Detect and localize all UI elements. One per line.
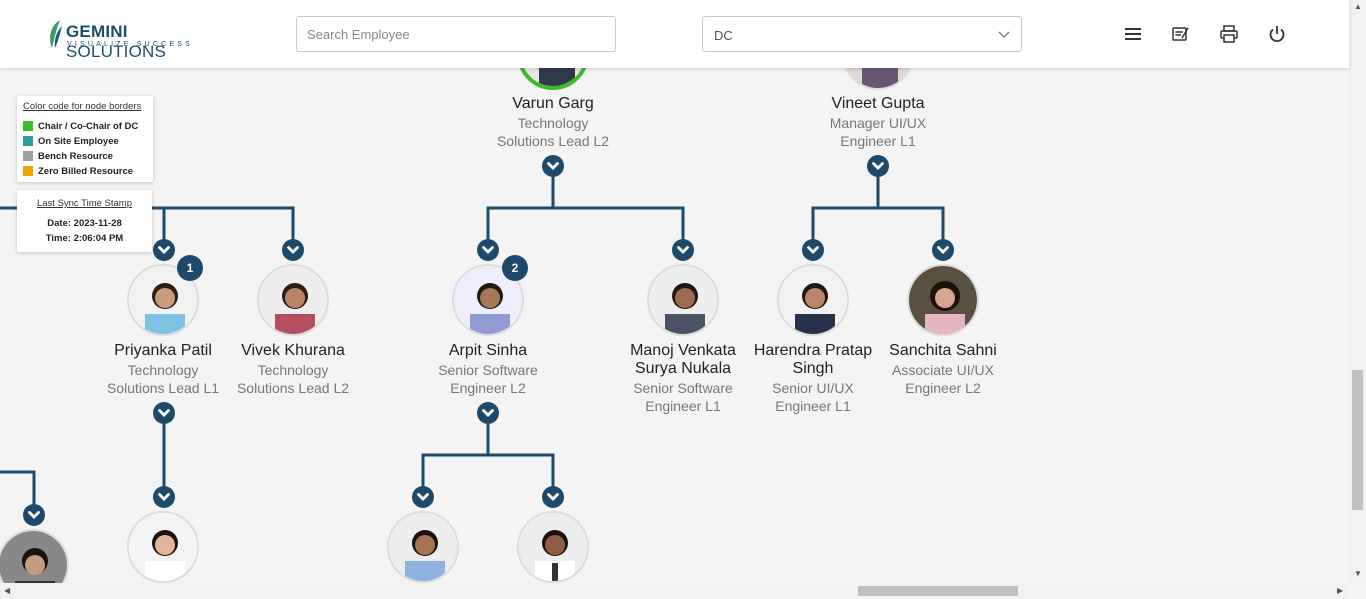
node-role-varun-garg: Technology xyxy=(517,115,589,131)
badge-priyanka-patil: 1 xyxy=(177,255,203,281)
node-name-manoj-venkata: Manoj Venkata xyxy=(630,342,736,359)
scroll-up-arrow-icon[interactable]: ▲ xyxy=(1354,2,1362,11)
legend-swatch-onsite xyxy=(23,136,33,146)
node-role-arpit-sinha: Senior Software xyxy=(438,362,538,378)
legend-label-onsite: On Site Employee xyxy=(38,135,119,147)
avatar-manoj-venkata[interactable] xyxy=(647,264,719,336)
vertical-scrollbar[interactable]: ▲ ▼ xyxy=(1349,0,1366,583)
printer-icon[interactable] xyxy=(1219,24,1239,44)
horizontal-scrollbar[interactable]: ◀ ▶ xyxy=(0,583,1349,599)
expand-toggle-arpit-top[interactable] xyxy=(477,239,499,261)
chevron-down-icon xyxy=(998,31,1010,38)
search-employee-input[interactable] xyxy=(296,16,616,52)
node-role-manoj-venkata: Senior Software xyxy=(633,380,733,396)
legend-item-chair: Chair / Co-Chair of DC xyxy=(23,120,138,132)
node-role-vineet-gupta-2: Engineer L1 xyxy=(840,133,916,149)
legend-swatch-chair xyxy=(23,121,33,131)
expand-toggle-varun-garg[interactable] xyxy=(542,155,564,177)
gemini-solutions-logo[interactable]: GEMINI SOLUTIONS VISUALIZE SUCCESS xyxy=(46,18,216,61)
avatar-employee-under-arpit-2[interactable] xyxy=(517,511,589,583)
expand-toggle-harendra-top[interactable] xyxy=(802,239,824,261)
expand-toggle-sanchita-top[interactable] xyxy=(932,239,954,261)
legend-label-chair: Chair / Co-Chair of DC xyxy=(38,120,139,132)
avatar-harendra-pratap-singh[interactable] xyxy=(777,264,849,336)
avatar-vivek-khurana[interactable] xyxy=(257,264,329,336)
legend-item-zero-billed: Zero Billed Resource xyxy=(23,165,133,177)
legend-swatch-bench xyxy=(23,151,33,161)
legend-label-zero-billed: Zero Billed Resource xyxy=(38,165,134,177)
sync-date: Date: 2023-11-28 xyxy=(47,218,122,229)
avatar-sanchita-sahni[interactable] xyxy=(907,264,979,336)
sync-title: Last Sync Time Stamp xyxy=(36,198,133,209)
node-name-sanchita-sahni: Sanchita Sahni xyxy=(889,342,997,359)
node-name-vineet-gupta: Vineet Gupta xyxy=(831,95,925,112)
legend-title: Color code for node borders xyxy=(23,101,142,112)
notes-icon[interactable] xyxy=(1171,24,1191,44)
scroll-left-arrow-icon[interactable]: ◀ xyxy=(4,586,10,595)
logo-tagline: VISUALIZE SUCCESS xyxy=(67,41,193,48)
expand-toggle-far-left[interactable] xyxy=(23,504,45,526)
expand-toggle-under-arpit-2[interactable] xyxy=(542,486,564,508)
sync-timestamp-panel: Last Sync Time Stamp Date: 2023-11-28 Ti… xyxy=(17,190,152,252)
node-role-vivek-khurana-2: Solutions Lead L2 xyxy=(236,380,350,396)
power-icon[interactable] xyxy=(1267,24,1287,44)
legend-label-bench: Bench Resource xyxy=(38,150,113,162)
legend-item-bench: Bench Resource xyxy=(23,150,113,162)
expand-toggle-under-arpit-1[interactable] xyxy=(412,486,434,508)
legend-node-borders: Color code for node borders Chair / Co-C… xyxy=(17,96,153,182)
node-role-priyanka-patil-2: Solutions Lead L1 xyxy=(106,380,220,396)
expand-toggle-vineet-gupta[interactable] xyxy=(867,155,889,177)
node-name-harendra: Harendra Pratap xyxy=(753,342,873,359)
scroll-right-arrow-icon[interactable]: ▶ xyxy=(1337,586,1343,595)
node-role-vineet-gupta: Manager UI/UX xyxy=(829,115,927,131)
expand-toggle-priyanka-children[interactable] xyxy=(153,402,175,424)
node-role-priyanka-patil: Technology xyxy=(127,362,199,378)
node-role-sanchita-sahni: Associate UI/UX xyxy=(892,362,994,378)
node-name-vivek-khurana: Vivek Khurana xyxy=(241,342,345,359)
scroll-down-arrow-icon[interactable]: ▼ xyxy=(1354,569,1362,578)
node-role-arpit-sinha-2: Engineer L2 xyxy=(450,380,526,396)
expand-toggle-under-priyanka[interactable] xyxy=(153,486,175,508)
node-name-varun-garg: Varun Garg xyxy=(512,95,594,112)
leaf-logo-icon xyxy=(50,20,62,48)
expand-toggle-vivek-top[interactable] xyxy=(282,239,304,261)
badge-arpit-sinha: 2 xyxy=(502,255,528,281)
node-role-varun-garg-2: Solutions Lead L2 xyxy=(496,133,610,149)
node-role-vivek-khurana: Technology xyxy=(257,362,329,378)
legend-item-onsite: On Site Employee xyxy=(23,135,119,147)
dc-select-value: DC xyxy=(714,28,733,43)
expand-toggle-manoj-top[interactable] xyxy=(672,239,694,261)
node-role-sanchita-sahni-2: Engineer L2 xyxy=(905,380,981,396)
vertical-scroll-thumb[interactable] xyxy=(1352,370,1363,510)
menu-icon[interactable] xyxy=(1123,24,1143,44)
horizontal-scroll-thumb[interactable] xyxy=(858,586,1018,596)
node-role-manoj-venkata-2: Engineer L1 xyxy=(645,398,721,414)
logo-name: GEMINI xyxy=(66,22,128,41)
legend-swatch-zero-billed xyxy=(23,166,33,176)
dc-select[interactable]: DC xyxy=(702,16,1022,52)
node-name-harendra-2: Singh xyxy=(792,360,834,377)
app-header: GEMINI SOLUTIONS VISUALIZE SUCCESS DC xyxy=(0,0,1349,68)
node-name-priyanka-patil: Priyanka Patil xyxy=(114,342,212,359)
node-name-arpit-sinha: Arpit Sinha xyxy=(448,342,528,359)
node-role-harendra: Senior UI/UX xyxy=(772,380,854,396)
expand-toggle-priyanka-top[interactable] xyxy=(153,239,175,261)
node-name-manoj-venkata-2: Surya Nukala xyxy=(634,360,732,377)
node-role-harendra-2: Engineer L1 xyxy=(775,398,851,414)
avatar-employee-under-priyanka[interactable] xyxy=(127,511,199,583)
sync-time: Time: 2:06:04 PM xyxy=(45,233,124,244)
expand-toggle-arpit-children[interactable] xyxy=(477,402,499,424)
avatar-employee-under-arpit-1[interactable] xyxy=(387,511,459,583)
